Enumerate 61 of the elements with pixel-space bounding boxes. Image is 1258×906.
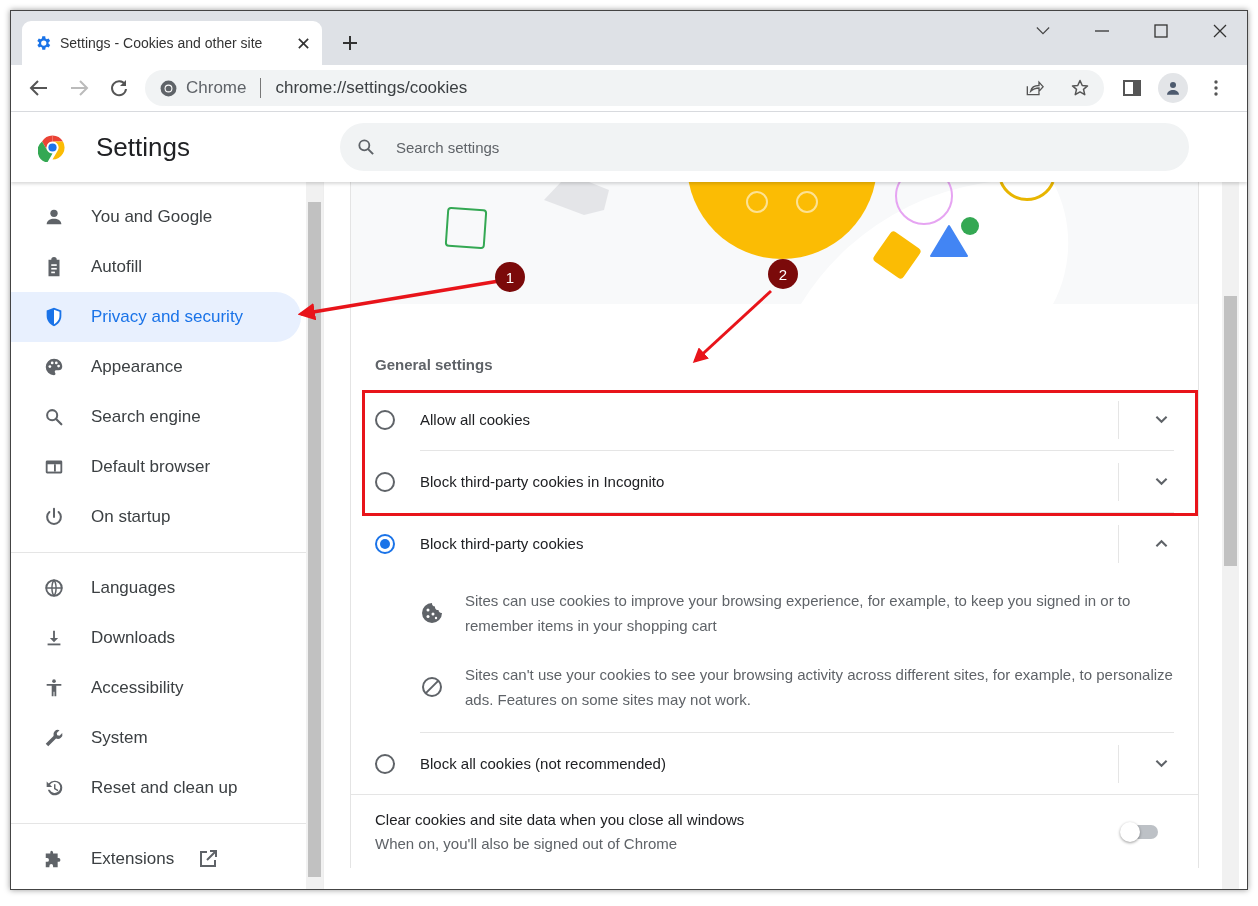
wrench-icon (43, 727, 65, 749)
option-description: Sites can use cookies to improve your browsing experience, for example, to keep you signed in or to remember items in your shopping cart (465, 591, 1132, 636)
sidebar-item[interactable]: Downloads (11, 613, 301, 663)
option-label: Allow all cookies (420, 411, 532, 428)
share-icon[interactable] (1024, 78, 1044, 98)
setting-description: When on, you'll also be signed out of Chrome (375, 835, 679, 852)
sidebar-item[interactable]: Default browser (11, 442, 301, 492)
search-icon (355, 137, 376, 157)
sidebar-item[interactable]: Languages (11, 563, 301, 613)
sidebar-item[interactable]: System (11, 713, 301, 763)
new-tab-icon[interactable] (342, 35, 358, 51)
back-arrow-icon[interactable] (29, 78, 49, 98)
sidebar-item[interactable]: Appearance (11, 342, 301, 392)
sidebar-item[interactable]: Reset and clean up (11, 763, 301, 813)
chevron-down-icon[interactable] (1155, 477, 1168, 486)
search-field[interactable]: Search settings (339, 123, 1189, 171)
radio-button[interactable] (375, 753, 395, 774)
option-label: Block third-party cookies in Incognito (420, 473, 666, 490)
chevron-up-icon[interactable] (1155, 539, 1168, 548)
sidebar-item[interactable]: Autofill (11, 242, 301, 292)
side-panel-icon[interactable] (1122, 78, 1142, 98)
chrome-icon (159, 78, 178, 98)
globe-icon (43, 577, 65, 599)
sidebar-item[interactable]: On startup (11, 492, 301, 542)
power-icon (43, 506, 65, 528)
maximize-icon[interactable] (1154, 24, 1168, 38)
site-origin: Chrome (186, 78, 247, 98)
address-bar[interactable]: Chrome chrome://settings/cookies (145, 70, 1104, 106)
tab-title: Settings - Cookies and other site (60, 35, 264, 51)
toggle-switch[interactable] (1122, 824, 1158, 839)
cookie-icon (420, 601, 444, 625)
profile-avatar[interactable] (1158, 73, 1188, 103)
option-label: Block all cookies (not recommended) (420, 755, 667, 772)
option-description: Sites can't use your cookies to see your browsing activity across different sites, for example, to personalize ads. Features on some sites may not work. (465, 665, 1174, 710)
section-heading: General settings (375, 356, 494, 373)
sidebar-item[interactable]: Extensions (11, 834, 301, 884)
browser-tab[interactable]: Settings - Cookies and other site (22, 21, 322, 65)
external-link-icon (198, 849, 219, 869)
setting-label: Clear cookies and site data when you close all windows (375, 811, 746, 828)
chevron-down-icon[interactable] (1155, 415, 1168, 424)
scrollbar[interactable] (306, 182, 323, 889)
palette-icon (43, 356, 65, 378)
star-icon[interactable] (1070, 78, 1090, 98)
search-icon (43, 406, 65, 428)
radio-button[interactable] (375, 409, 395, 430)
scrollbar[interactable] (1222, 182, 1239, 889)
sidebar-item[interactable]: You and Google (11, 192, 301, 242)
page-title: Settings (96, 131, 190, 163)
chrome-logo-icon (38, 132, 67, 162)
radio-button[interactable] (375, 533, 395, 554)
reload-icon[interactable] (109, 78, 129, 98)
url-text: chrome://settings/cookies (275, 78, 468, 98)
sidebar-item[interactable]: Search engine (11, 392, 301, 442)
sidebar-item[interactable]: Privacy and security (11, 292, 301, 342)
close-icon[interactable] (1213, 24, 1227, 38)
option-label: Block third-party cookies (420, 535, 585, 552)
close-icon[interactable] (297, 36, 310, 50)
sidebar-item[interactable]: Accessibility (11, 663, 301, 713)
radio-button[interactable] (375, 471, 395, 492)
blocked-icon (420, 675, 444, 699)
chevron-down-icon[interactable] (1155, 759, 1168, 768)
